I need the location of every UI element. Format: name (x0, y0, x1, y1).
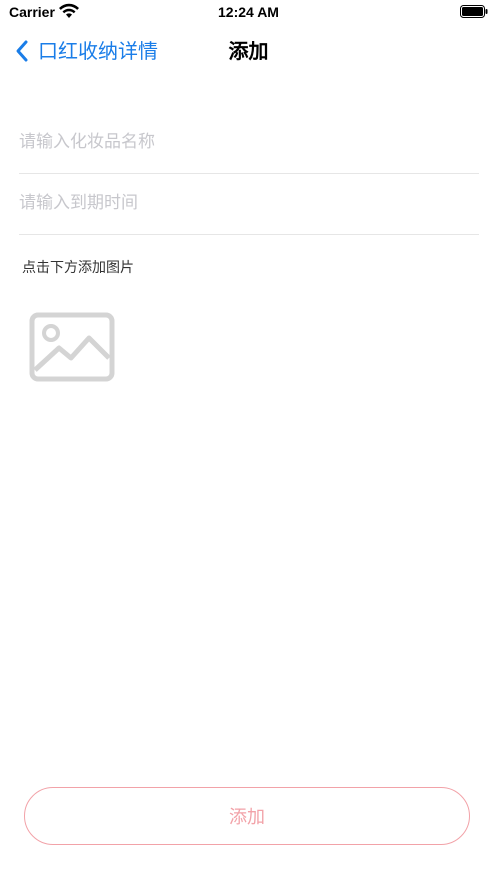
cosmetic-name-field (19, 113, 479, 174)
image-hint-label: 点击下方添加图片 (22, 260, 134, 276)
expiry-date-field (19, 174, 479, 235)
status-bar: Carrier 12:24 AM (0, 0, 497, 26)
page-title: 添加 (228, 39, 269, 63)
image-placeholder-icon[interactable] (29, 312, 115, 382)
cosmetic-name-input[interactable] (19, 113, 479, 171)
add-cosmetic-screen: Carrier 12:24 AM 口红收纳详情 添加 点击下方添加图片 (0, 0, 497, 883)
status-time: 12:24 AM (218, 4, 279, 20)
navigation-bar: 口红收纳详情 添加 (0, 26, 497, 76)
battery-icon (460, 5, 488, 18)
expiry-date-input[interactable] (19, 174, 479, 232)
add-button[interactable]: 添加 (24, 787, 470, 845)
